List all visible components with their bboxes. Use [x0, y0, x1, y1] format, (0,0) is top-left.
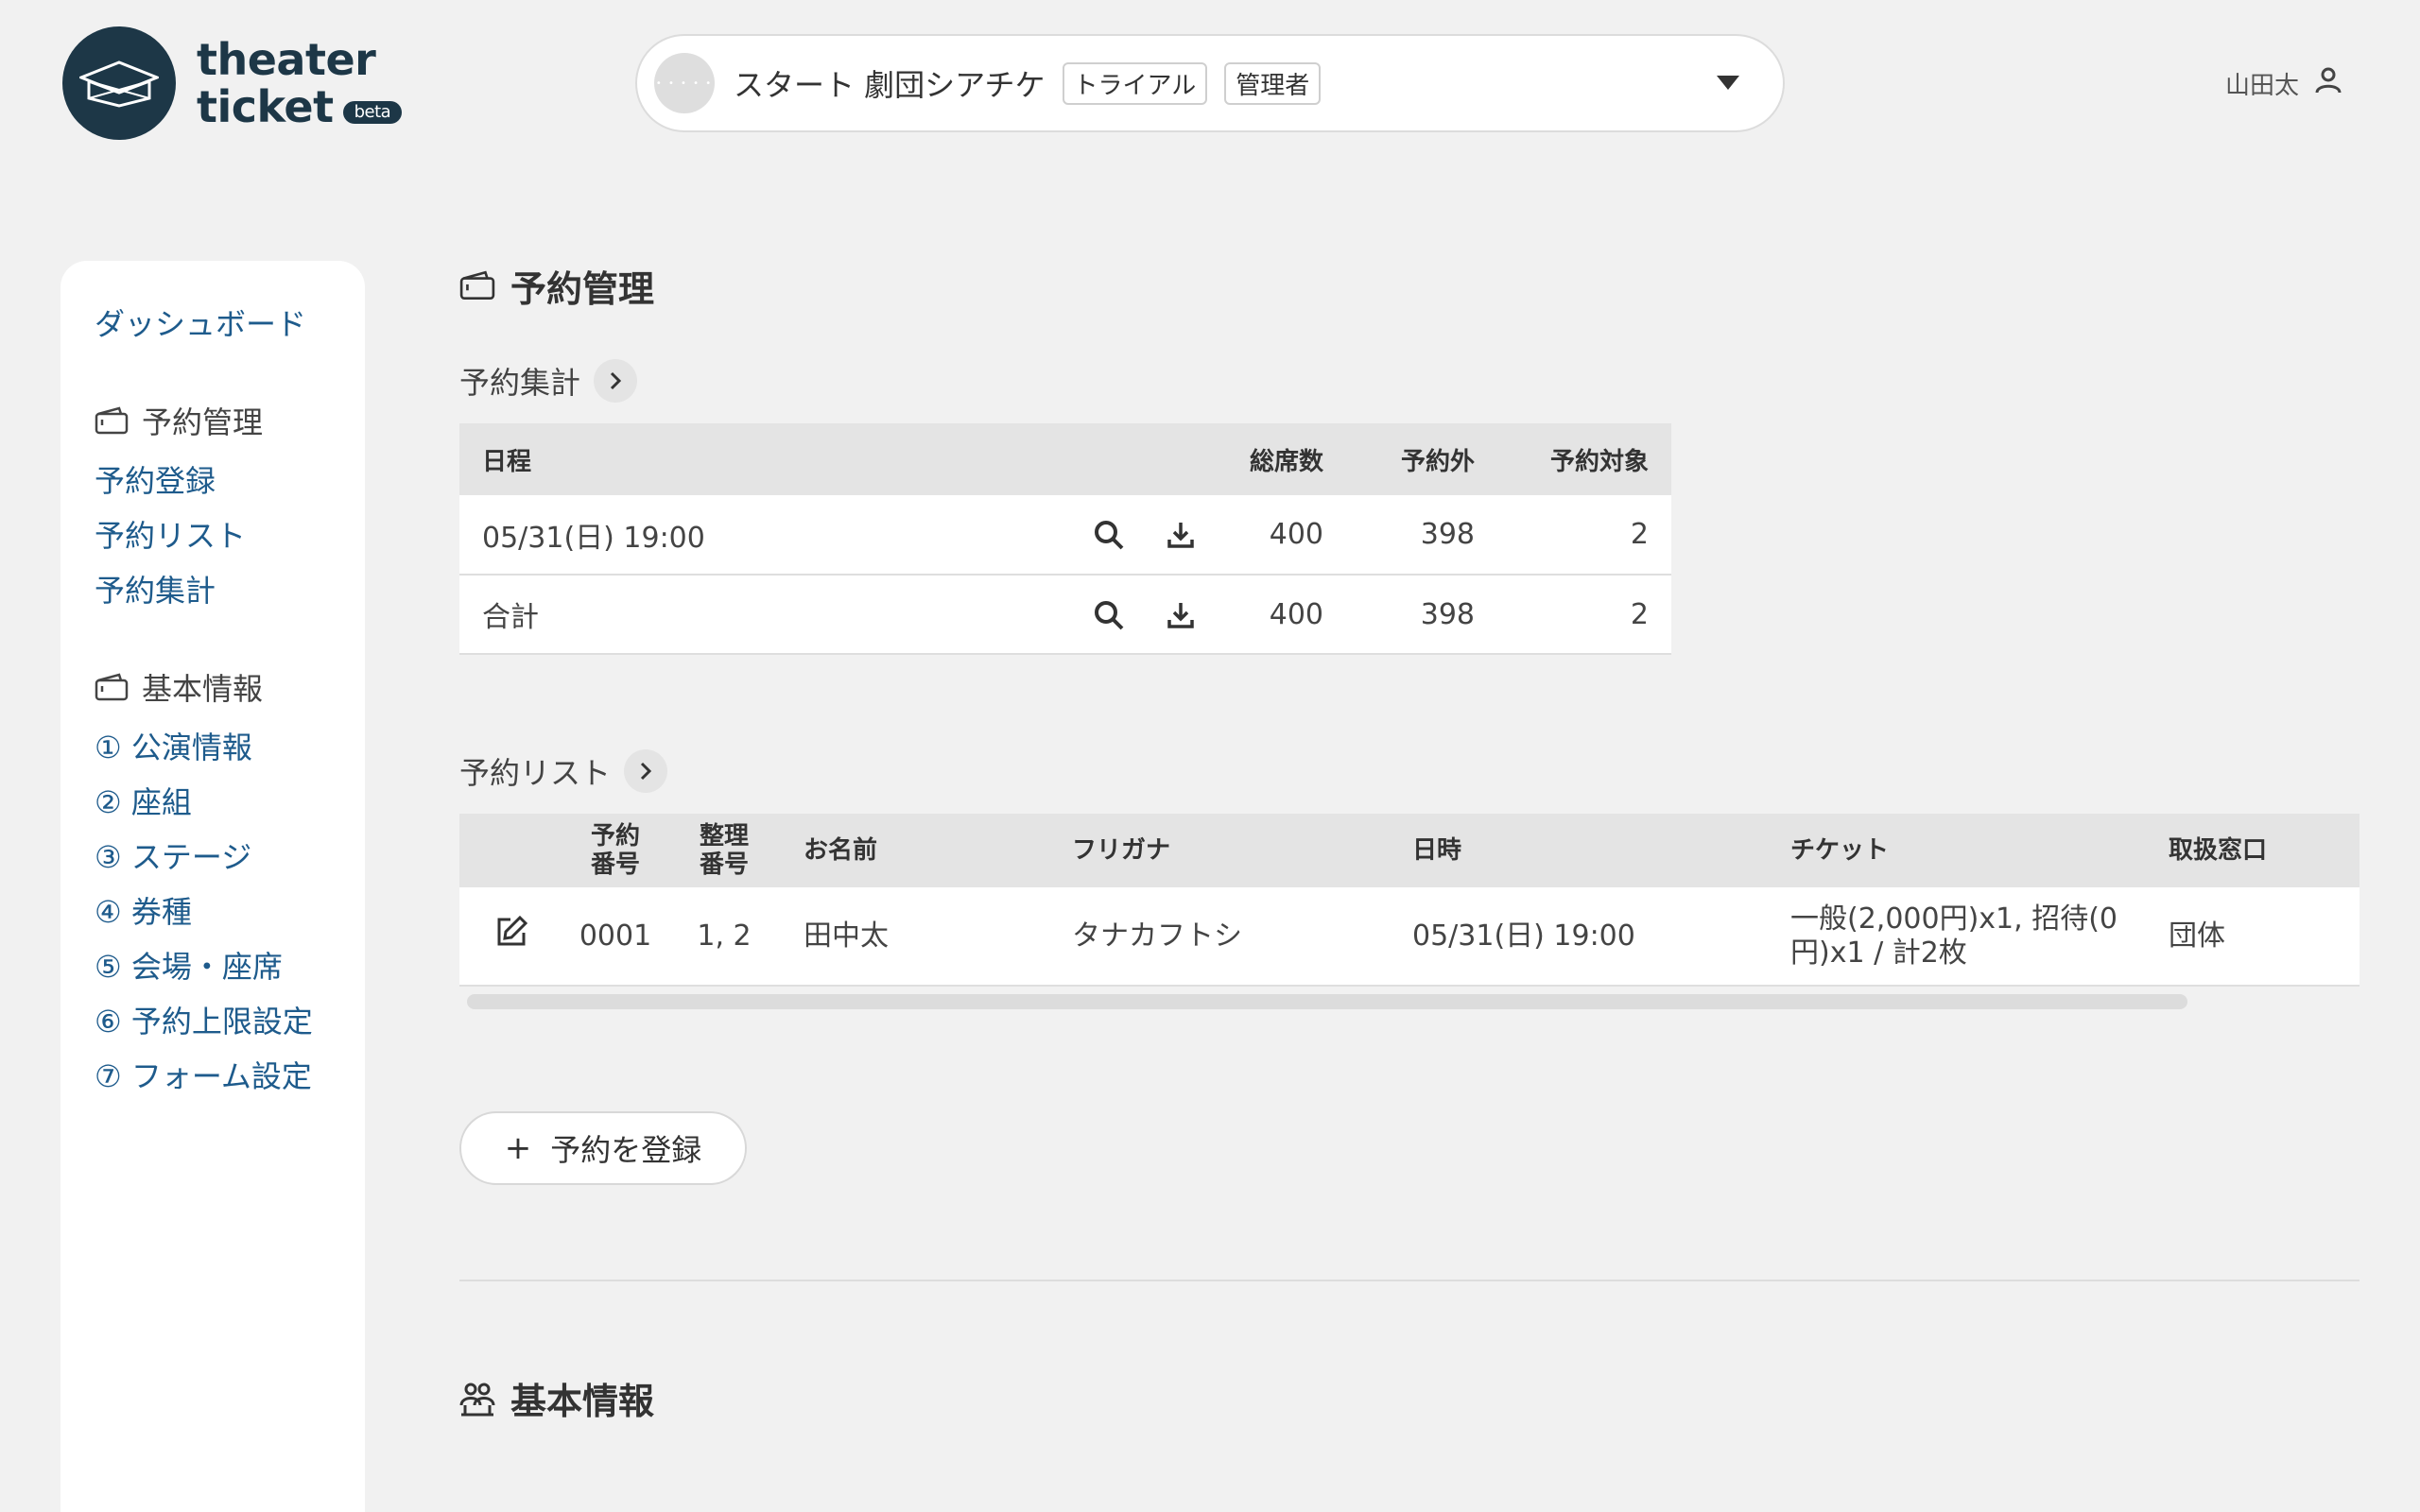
- list-heading-text: 予約リスト: [459, 755, 612, 791]
- row-label: 05/31(日) 19:00: [459, 495, 925, 576]
- sidebar-heading-label: 予約管理: [142, 404, 264, 440]
- row-edit: [459, 887, 563, 987]
- row-actions: [924, 575, 1195, 655]
- row-window: 団体: [2161, 887, 2360, 987]
- role-tag: 管理者: [1224, 61, 1322, 105]
- people-icon: [459, 1383, 495, 1416]
- download-icon[interactable]: [1167, 601, 1195, 629]
- chevron-down-icon[interactable]: [1717, 76, 1739, 94]
- row-actions: [924, 495, 1195, 576]
- col-kana: フリガナ: [1064, 814, 1405, 887]
- plan-tag: トライアル: [1062, 61, 1208, 105]
- add-reservation-button[interactable]: + 予約を登録: [459, 1111, 747, 1185]
- col-window: 取扱窓口: [2161, 814, 2360, 887]
- sidebar-item-reservation-register[interactable]: 予約登録: [95, 454, 365, 508]
- sidebar-heading-basic: 基本情報: [95, 665, 365, 709]
- col-ticket: チケット: [1783, 814, 2161, 887]
- sidebar-item-performance-info[interactable]: ① 公演情報: [95, 720, 365, 775]
- logo-line2: ticket: [197, 81, 334, 132]
- logo-line1: theater: [197, 34, 376, 85]
- wallet-icon: [95, 406, 129, 435]
- list-heading: 予約リスト: [459, 749, 2360, 793]
- sidebar: ダッシュボード 予約管理 予約登録 予約リスト 予約集計 基本情報 ① 公演情報…: [60, 261, 365, 1512]
- row-kana: タナカフトシ: [1064, 887, 1405, 987]
- row-datetime: 05/31(日) 19:00: [1405, 887, 1783, 987]
- row-label: 合計: [459, 575, 925, 655]
- table-row: 05/31(日) 19:00 400 398 2: [459, 495, 1671, 576]
- row-target: 2: [1497, 495, 1671, 576]
- edit-icon[interactable]: [495, 915, 528, 948]
- beta-badge: beta: [342, 101, 403, 124]
- col-schedule: 日程: [459, 423, 925, 495]
- sidebar-item-reservation-list[interactable]: 予約リスト: [95, 508, 365, 563]
- summary-heading-text: 予約集計: [459, 365, 581, 401]
- user-name: 山田太: [2224, 72, 2299, 100]
- download-icon[interactable]: [1167, 521, 1195, 549]
- sidebar-item-dashboard[interactable]: ダッシュボード: [95, 297, 365, 352]
- wallet-icon: [459, 270, 495, 301]
- wallet-icon: [95, 673, 129, 701]
- col-outside: 予約外: [1346, 423, 1497, 495]
- sidebar-heading-reservation: 予約管理: [95, 399, 365, 442]
- row-outside: 398: [1346, 575, 1497, 655]
- sidebar-item-venue-seats[interactable]: ⑤ 会場・座席: [95, 939, 365, 994]
- section-divider: [459, 1280, 2360, 1281]
- table-row: 0001 1, 2 田中太 タナカフトシ 05/31(日) 19:00 一般(2…: [459, 887, 2360, 987]
- table-row: 合計 400 398 2: [459, 575, 1671, 655]
- col-name: お名前: [781, 814, 1064, 887]
- sidebar-item-troupe[interactable]: ② 座組: [95, 775, 365, 830]
- reservation-table: 予約 番号 整理 番号 お名前 フリガナ 日時 チケット 取扱窓口 0001 1…: [459, 814, 2360, 987]
- col-reservation-no: 予約 番号: [563, 814, 667, 887]
- col-sequence-no: 整理 番号: [667, 814, 781, 887]
- plus-icon: +: [504, 1129, 532, 1167]
- main-content: 予約管理 予約集計 日程 総席数 予約外 予約対象 05/31(日) 19:00: [459, 255, 2360, 1424]
- row-outside: 398: [1346, 495, 1497, 576]
- row-ticket: 一般(2,000円)x1, 招待(0円)x1 / 計2枚: [1783, 887, 2161, 987]
- row-name: 田中太: [781, 887, 1064, 987]
- row-total: 400: [1195, 495, 1346, 576]
- col-target: 予約対象: [1497, 423, 1671, 495]
- sidebar-item-reservation-limit[interactable]: ⑥ 予約上限設定: [95, 994, 365, 1049]
- basic-info-title-text: 基本情報: [510, 1381, 655, 1422]
- user-icon: [2299, 66, 2342, 101]
- page-title-text: 予約管理: [510, 267, 655, 310]
- row-reservation-no: 0001: [563, 887, 667, 987]
- col-total-seats: 総席数: [1195, 423, 1346, 495]
- sidebar-item-form-settings[interactable]: ⑦ フォーム設定: [95, 1049, 365, 1104]
- project-name: スタート 劇団シアチケ: [734, 67, 1046, 103]
- col-sequence-no-line1: 整理: [699, 822, 749, 850]
- page-title: 予約管理: [459, 255, 2360, 316]
- chevron-right-icon[interactable]: [594, 359, 638, 403]
- basic-info-title: 基本情報: [459, 1372, 2360, 1424]
- col-actions: [924, 423, 1195, 495]
- search-icon[interactable]: [1093, 519, 1125, 551]
- col-reservation-no-line1: 予約: [590, 822, 640, 850]
- graduation-cap-logo-icon: [62, 26, 176, 140]
- col-edit: [459, 814, 563, 887]
- summary-heading: 予約集計: [459, 359, 2360, 403]
- add-reservation-label: 予約を登録: [550, 1132, 702, 1168]
- col-sequence-no-line2: 番号: [699, 850, 749, 879]
- row-sequence-no: 1, 2: [667, 887, 781, 987]
- chevron-right-icon[interactable]: [624, 749, 668, 793]
- search-icon[interactable]: [1093, 599, 1125, 631]
- sidebar-heading-label: 基本情報: [142, 671, 264, 707]
- row-total: 400: [1195, 575, 1346, 655]
- logo-text: theater ticket beta: [197, 34, 403, 132]
- horizontal-scrollbar[interactable]: [467, 994, 2187, 1009]
- sidebar-item-ticket-types[interactable]: ④ 券種: [95, 885, 365, 939]
- project-selector[interactable]: • • • • • スタート 劇団シアチケ トライアル 管理者: [635, 34, 1785, 132]
- app-logo[interactable]: theater ticket beta: [62, 26, 403, 140]
- project-avatar: • • • • •: [654, 53, 715, 113]
- col-datetime: 日時: [1405, 814, 1783, 887]
- sidebar-item-stage[interactable]: ③ ステージ: [95, 830, 365, 885]
- summary-table: 日程 総席数 予約外 予約対象 05/31(日) 19:00 400 398 2…: [459, 423, 1671, 655]
- col-reservation-no-line2: 番号: [590, 850, 640, 879]
- row-target: 2: [1497, 575, 1671, 655]
- sidebar-item-reservation-summary[interactable]: 予約集計: [95, 563, 365, 618]
- user-menu[interactable]: 山田太: [2225, 66, 2342, 101]
